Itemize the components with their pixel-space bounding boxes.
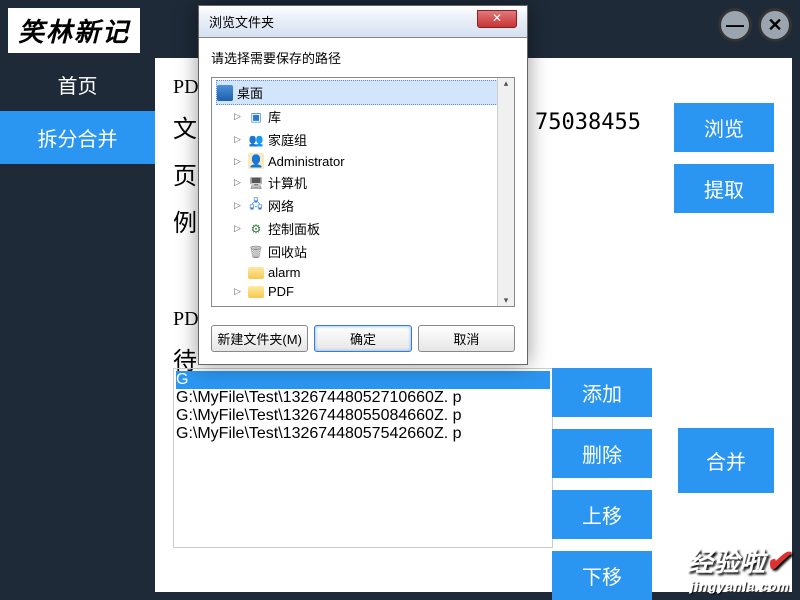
list-item[interactable]: G:\MyFile\Test\13267448055084660Z. p <box>176 407 550 425</box>
move-up-button[interactable]: 上移 <box>552 490 652 539</box>
tree-item-folder-pdf[interactable]: ▷ PDF <box>216 282 510 301</box>
mid-button-column: 添加 删除 上移 下移 <box>552 368 652 600</box>
tree-label: Administrator <box>268 154 345 169</box>
tree-item-user[interactable]: ▷ 👤 Administrator <box>216 151 510 171</box>
dialog-buttons: 新建文件夹(M) 确定 取消 <box>199 317 527 364</box>
sidebar-item-home[interactable]: 首页 <box>0 58 155 111</box>
tree-label: alarm <box>268 265 301 280</box>
tree-item-computer[interactable]: ▷ 🖥 计算机 <box>216 171 510 194</box>
user-icon: 👤 <box>248 153 264 169</box>
app-logo: 笑林新记 <box>8 8 140 53</box>
folder-icon <box>248 267 264 279</box>
recycle-bin-icon: 🗑 <box>248 244 264 260</box>
list-item[interactable]: G:\MyFile\Test\13267448052710660Z. p <box>176 389 550 407</box>
tree-item-libraries[interactable]: ▷ ▣ 库 <box>216 105 510 128</box>
tree-label: PDF <box>268 284 294 299</box>
computer-icon: 🖥 <box>248 175 264 191</box>
tree-item-homegroup[interactable]: ▷ 👥 家庭组 <box>216 128 510 151</box>
file-list[interactable]: G G:\MyFile\Test\13267448052710660Z. p G… <box>173 368 553 548</box>
tree-item-network[interactable]: ▷ 🖧 网络 <box>216 194 510 217</box>
tree-item-control-panel[interactable]: ▷ ⚙ 控制面板 <box>216 217 510 240</box>
expand-icon[interactable]: ▷ <box>234 156 244 167</box>
dialog-body: 请选择需要保存的路径 桌面 ▷ ▣ 库 ▷ 👥 <box>199 38 527 317</box>
control-panel-icon: ⚙ <box>248 221 264 237</box>
tree-label: 家庭组 <box>268 130 307 149</box>
homegroup-icon: 👥 <box>248 132 264 148</box>
ok-button[interactable]: 确定 <box>314 325 411 352</box>
top-button-column: 浏览 提取 <box>674 103 774 213</box>
tree-label: 网络 <box>268 196 294 215</box>
extract-button[interactable]: 提取 <box>674 164 774 213</box>
expand-icon[interactable]: ▷ <box>234 111 244 122</box>
tree-label: 库 <box>268 107 281 126</box>
dialog-close-button[interactable]: ✕ <box>477 10 517 28</box>
expand-icon[interactable]: ▷ <box>234 134 244 145</box>
tree-item-folder-alarm[interactable]: alarm <box>216 263 510 282</box>
check-icon: ✔ <box>765 545 790 578</box>
watermark: 经验啦✔ jingyanla.com <box>687 542 790 594</box>
path-fragment: 75038455 <box>535 110 641 135</box>
watermark-url: jingyanla.com <box>687 579 790 594</box>
watermark-text: 经验啦✔ <box>687 542 790 579</box>
expand-icon[interactable]: ▷ <box>234 177 244 188</box>
dialog-titlebar[interactable]: 浏览文件夹 ✕ <box>199 6 527 38</box>
app-window: 笑林新记 — ✕ 首页 拆分合并 PD 文 页 例 75038455 浏览 提取… <box>0 0 800 600</box>
delete-button[interactable]: 删除 <box>552 429 652 478</box>
expand-icon[interactable]: ▷ <box>234 286 244 297</box>
dialog-instruction: 请选择需要保存的路径 <box>211 48 515 67</box>
merge-button[interactable]: 合并 <box>678 428 774 493</box>
expand-icon[interactable]: ▷ <box>234 200 244 211</box>
network-icon: 🖧 <box>248 198 264 214</box>
tree-label: 回收站 <box>268 242 307 261</box>
folder-tree[interactable]: 桌面 ▷ ▣ 库 ▷ 👥 家庭组 ▷ 👤 Adm <box>211 77 515 307</box>
browse-button[interactable]: 浏览 <box>674 103 774 152</box>
add-button[interactable]: 添加 <box>552 368 652 417</box>
dialog-title-text: 浏览文件夹 <box>209 12 274 31</box>
browse-folder-dialog: 浏览文件夹 ✕ 请选择需要保存的路径 桌面 ▷ ▣ 库 <box>198 5 528 365</box>
minimize-button[interactable]: — <box>718 8 752 42</box>
cancel-button[interactable]: 取消 <box>418 325 515 352</box>
new-folder-button[interactable]: 新建文件夹(M) <box>211 325 308 352</box>
list-item[interactable]: G <box>176 371 550 389</box>
list-item[interactable]: G:\MyFile\Test\13267448057542660Z. p <box>176 425 550 443</box>
library-icon: ▣ <box>248 109 264 125</box>
tree-label: 计算机 <box>268 173 307 192</box>
desktop-icon <box>217 85 233 101</box>
tree-item-recycle-bin[interactable]: 🗑 回收站 <box>216 240 510 263</box>
sidebar-item-split-merge[interactable]: 拆分合并 <box>0 111 155 164</box>
tree-scrollbar[interactable] <box>497 78 514 306</box>
folder-icon <box>248 286 264 298</box>
tree-label: 控制面板 <box>268 219 320 238</box>
close-button[interactable]: ✕ <box>758 8 792 42</box>
move-down-button[interactable]: 下移 <box>552 551 652 600</box>
tree-item-desktop[interactable]: 桌面 <box>216 80 510 105</box>
sidebar: 首页 拆分合并 <box>0 58 155 164</box>
window-controls: — ✕ <box>718 8 792 42</box>
expand-icon[interactable]: ▷ <box>234 223 244 234</box>
tree-label: 桌面 <box>237 83 263 102</box>
